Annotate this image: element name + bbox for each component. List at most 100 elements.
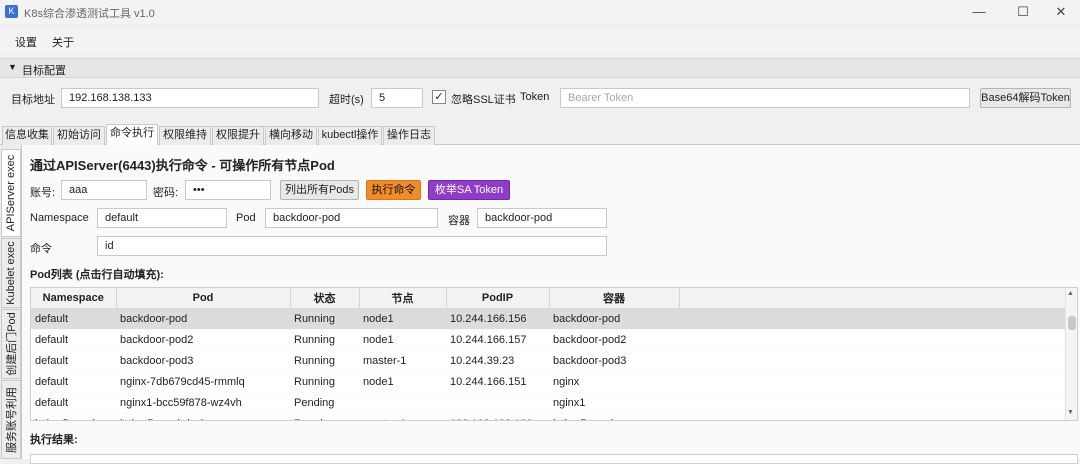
col-container[interactable]: 容器 [549,288,680,309]
table-cell: 10.244.166.157 [446,329,549,351]
tab-operation-log[interactable]: 操作日志 [383,126,435,145]
table-cell: 10.244.166.151 [446,371,549,393]
col-node[interactable]: 节点 [359,288,447,309]
minimize-button[interactable]: — [964,2,994,22]
table-row[interactable]: kube-flannelkube-flannel-ds-8nwnzRunning… [31,413,1067,420]
side-tab-kubelet-exec[interactable]: Kubelet exec [1,238,21,308]
table-cell: nginx1-bcc59f878-wz4vh [116,392,290,414]
window-title: K8s综合渗透测试工具 v1.0 [24,8,155,20]
menu-settings[interactable]: 设置 [15,34,37,50]
col-podip[interactable]: PodIP [446,288,550,309]
target-address-input[interactable]: 192.168.138.133 [61,88,319,108]
table-cell: Running [290,308,359,330]
side-tab-backdoor-pod-label: 创建后门Pod [6,312,18,376]
col-filler [679,288,1067,309]
table-cell: Running [290,329,359,351]
exec-command-button[interactable]: 执行命令 [366,180,421,200]
list-pods-button[interactable]: 列出所有Pods [280,180,359,200]
col-namespace[interactable]: Namespace [31,288,117,309]
tab-persistence[interactable]: 权限维持 [159,126,211,145]
table-cell-filler [679,392,1067,414]
table-row[interactable]: default backdoor-pod3 Running master-1 10.24… [31,350,1067,372]
menu-about[interactable]: 关于 [52,34,74,50]
side-tab-service-account[interactable]: 服务账号利用 [1,380,21,459]
base64-decode-button[interactable]: Base64解码Token [980,88,1071,108]
table-cell: 192.168.138.133 [446,413,549,420]
target-config-title: 目标配置 [22,65,66,77]
pod-input[interactable]: backdoor-pod [265,208,438,228]
table-cell: Running [290,350,359,372]
table-cell: nginx1 [549,392,679,414]
table-cell: backdoor-pod [549,308,679,330]
table-cell [446,392,549,414]
app-icon: K [5,5,18,18]
enum-sa-token-button[interactable]: 枚举SA Token [428,180,510,200]
account-label: 账号: [30,187,56,199]
table-cell-filler [679,371,1067,393]
table-cell: default [31,371,116,393]
ignore-ssl-label: 忽略SSL证书 [451,94,516,106]
table-cell: kube-flannel-ds-8nwnz [116,413,290,420]
table-cell-filler [679,308,1067,330]
menu-bar: 设置 关于 [0,30,1080,52]
maximize-button[interactable]: ☐ [1008,2,1038,22]
table-cell-filler [679,350,1067,372]
password-label: 密码: [153,187,179,199]
col-status[interactable]: 状态 [290,288,360,309]
table-cell: node1 [359,329,446,351]
table-row[interactable]: default nginx-7db679cd45-rmmlq Running node… [31,371,1067,393]
col-pod[interactable]: Pod [116,288,291,309]
side-tab-kubelet-exec-label: Kubelet exec [5,241,17,305]
pod-table-scrollbar[interactable]: ▲ ▼ [1065,288,1077,420]
result-output[interactable] [30,454,1078,464]
tab-info-gathering[interactable]: 信息收集 [2,126,52,145]
table-row[interactable]: default backdoor-pod Running node1 10.244.16… [31,308,1067,330]
token-label: Token [520,91,550,103]
pod-table-grid: Namespace Pod 状态 节点 PodIP 容器 default back… [31,288,1067,420]
table-row[interactable]: default nginx1-bcc59f878-wz4vh Pending ngin… [31,392,1067,414]
password-input[interactable]: ••• [185,180,271,200]
table-cell: default [31,329,116,351]
scroll-up-icon[interactable]: ▲ [1067,290,1074,297]
table-cell: 10.244.166.156 [446,308,549,330]
target-config-row: 目标地址 192.168.138.133 超时(s) 5 ✓ 忽略SSL证书 T… [0,80,1080,120]
table-cell-filler [679,329,1067,351]
container-input[interactable]: backdoor-pod [477,208,607,228]
timeout-label: 超时(s) [329,94,364,106]
tab-kubectl[interactable]: kubectl操作 [318,126,382,145]
pod-list-title: Pod列表 (点击行自动填充): [30,269,164,281]
table-cell: nginx [549,371,679,393]
table-row[interactable]: default backdoor-pod2 Running node1 10.244.1… [31,329,1067,351]
panel-heading: 通过APIServer(6443)执行命令 - 可操作所有节点Pod [30,158,335,173]
table-cell: Running [290,371,359,393]
timeout-input[interactable]: 5 [371,88,423,108]
tab-command-exec[interactable]: 命令执行 [106,124,158,146]
ignore-ssl-checkbox[interactable]: ✓ [432,90,446,104]
scroll-thumb[interactable] [1068,316,1076,330]
table-cell: default [31,350,116,372]
account-input[interactable]: aaa [61,180,147,200]
namespace-label: Namespace [30,212,89,224]
table-cell: backdoor-pod [116,308,290,330]
collapse-arrow-icon: ▼ [8,62,17,72]
pod-table-body: default backdoor-pod Running node1 10.244.16… [31,308,1067,420]
pod-label: Pod [236,212,256,224]
tab-lateral-movement[interactable]: 横向移动 [265,126,317,145]
table-cell: backdoor-pod2 [116,329,290,351]
command-input[interactable]: id [97,236,607,256]
main-tabs: 信息收集 初始访问 命令执行 权限维持 权限提升 横向移动 kubectl操作 … [0,124,1080,146]
scroll-down-icon[interactable]: ▼ [1067,409,1074,416]
tab-initial-access[interactable]: 初始访问 [53,126,105,145]
table-cell-filler [679,413,1067,420]
target-config-header[interactable]: ▼ 目标配置 [0,58,1080,78]
side-tab-backdoor-pod[interactable]: 创建后门Pod [1,309,21,379]
table-cell: default [31,392,116,414]
side-tab-apiserver-exec[interactable]: APIServer exec [1,149,21,237]
close-button[interactable]: ✕ [1046,2,1076,22]
tab-privilege-escalation[interactable]: 权限提升 [212,126,264,145]
table-cell: Running [290,413,359,420]
table-cell: default [31,308,116,330]
token-input[interactable]: Bearer Token [560,88,970,108]
namespace-input[interactable]: default [97,208,227,228]
command-label: 命令 [30,243,52,255]
